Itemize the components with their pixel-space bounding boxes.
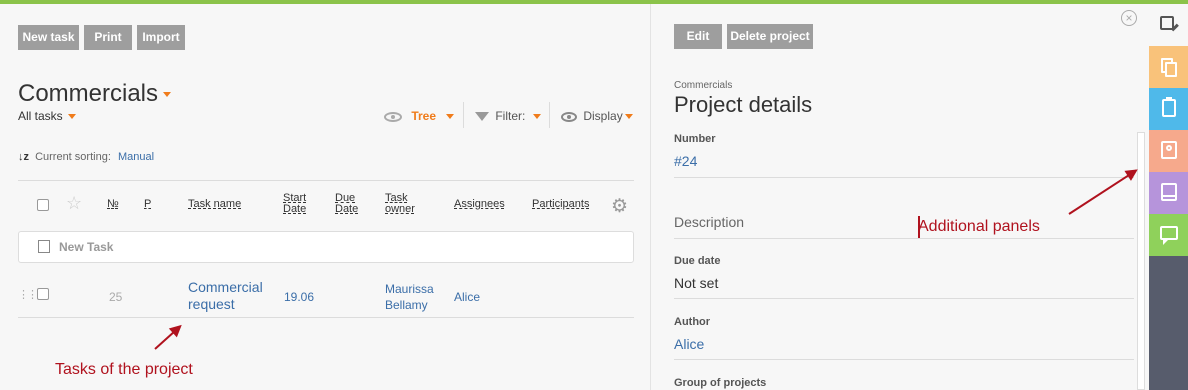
chevron-down-icon: [446, 114, 455, 120]
sorting-value-link[interactable]: Manual: [118, 151, 154, 163]
divider: [674, 298, 1134, 299]
eye-icon: [384, 111, 402, 122]
chevron-down-icon: [163, 92, 172, 98]
table-row[interactable]: ⋮⋮ 25 Commercial request 19.06 Maurissa …: [18, 274, 634, 318]
chevron-down-icon: [533, 114, 542, 120]
contacts-panel-tab[interactable]: [1149, 130, 1188, 172]
column-priority[interactable]: P: [144, 199, 151, 210]
clipboard-panel-tab[interactable]: [1149, 88, 1188, 130]
sorting-label: Current sorting:: [35, 151, 111, 163]
tree-view-toggle[interactable]: Tree: [384, 109, 455, 123]
print-button[interactable]: Print: [84, 25, 132, 50]
due-date-value: Not set: [674, 275, 719, 291]
star-icon[interactable]: ☆: [66, 193, 82, 214]
edit-button[interactable]: Edit: [674, 24, 722, 49]
chevron-down-icon: [624, 114, 633, 120]
column-number[interactable]: №: [107, 199, 119, 210]
column-task-name[interactable]: Task name: [188, 199, 241, 210]
task-filter-dropdown[interactable]: All tasks: [18, 109, 76, 123]
inbox-icon: [1161, 183, 1177, 201]
number-label: Number: [674, 133, 716, 145]
task-assignee-link[interactable]: Alice: [454, 290, 480, 304]
eye-icon: [561, 111, 577, 122]
annotation-additional-panels: Additional panels: [918, 218, 1040, 235]
task-filter-label: All tasks: [18, 109, 63, 123]
clipboard-icon: [1162, 99, 1176, 117]
author-label: Author: [674, 316, 711, 328]
sort-icon: ↓z: [18, 151, 29, 163]
new-task-button[interactable]: New task: [18, 25, 79, 50]
task-name-link[interactable]: Commercial request: [188, 279, 278, 313]
author-link[interactable]: Alice: [674, 336, 704, 352]
funnel-icon: [475, 112, 489, 122]
task-list-pane: New task Print Import Commercials All ta…: [0, 4, 651, 390]
description-label: Description: [674, 214, 745, 230]
project-title[interactable]: Commercials: [18, 80, 172, 108]
annotation-arrow: [154, 325, 181, 350]
column-start-date[interactable]: Start Date: [283, 193, 313, 215]
gear-icon[interactable]: ⚙: [611, 195, 628, 218]
chevron-down-icon: [67, 114, 76, 120]
chat-icon: [1160, 226, 1178, 240]
display-dropdown[interactable]: Display: [561, 109, 633, 123]
row-checkbox[interactable]: [37, 288, 49, 300]
project-title-text: Commercials: [18, 80, 159, 107]
divider: [18, 317, 634, 318]
task-owner-link[interactable]: Maurissa Bellamy: [385, 281, 445, 313]
drag-handle-icon[interactable]: ⋮⋮: [18, 288, 38, 301]
divider: [674, 177, 1134, 178]
filter-dropdown[interactable]: Filter:: [475, 109, 542, 123]
group-of-projects-label: Group of projects: [674, 377, 767, 389]
divider: [463, 102, 464, 128]
page-title: Project details: [674, 92, 813, 117]
inbox-panel-tab[interactable]: [1149, 172, 1188, 214]
chat-panel-tab[interactable]: [1149, 214, 1188, 256]
close-icon[interactable]: ×: [1121, 10, 1137, 26]
filter-label: Filter:: [495, 109, 526, 123]
import-button[interactable]: Import: [137, 25, 185, 50]
column-due-date[interactable]: Due Date: [335, 193, 365, 215]
project-details-pane: Edit Delete project Commercials Project …: [652, 4, 1149, 390]
divider: [18, 180, 634, 181]
breadcrumb: Commercials: [674, 80, 733, 91]
delete-project-button[interactable]: Delete project: [727, 24, 813, 49]
divider: [674, 238, 1134, 239]
task-number: 25: [109, 290, 123, 304]
new-task-row[interactable]: New Task: [18, 231, 634, 263]
current-sorting: ↓z Current sorting: Manual: [18, 151, 154, 163]
tree-view-label: Tree: [411, 109, 437, 123]
column-participants[interactable]: Participants: [532, 199, 589, 210]
divider: [549, 102, 550, 128]
documents-panel-tab[interactable]: [1149, 46, 1188, 88]
select-all-checkbox[interactable]: [37, 199, 49, 211]
task-start-date: 19.06: [284, 290, 315, 304]
number-value: #24: [674, 153, 698, 169]
column-task-owner[interactable]: Task owner: [385, 193, 419, 215]
divider: [674, 359, 1134, 360]
new-task-icon: [38, 240, 50, 253]
edit-notes-button[interactable]: [1149, 4, 1188, 46]
due-date-label: Due date: [674, 255, 721, 267]
display-label: Display: [583, 109, 623, 123]
new-task-label: New Task: [59, 240, 114, 254]
annotation-tasks-of-project: Tasks of the project: [55, 361, 193, 378]
column-assignees[interactable]: Assignees: [454, 199, 505, 210]
